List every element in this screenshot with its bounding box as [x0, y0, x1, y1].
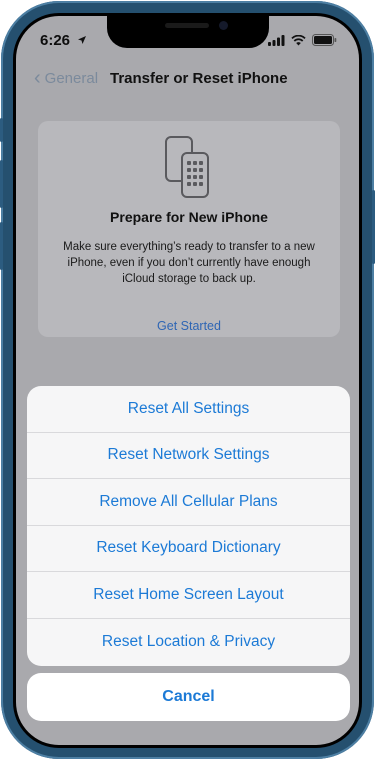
signal-bars-icon: [268, 34, 285, 46]
card-description: Make sure everything’s ready to transfer…: [63, 241, 315, 285]
volume-down-button: [0, 222, 3, 270]
back-button[interactable]: ‹ General: [34, 68, 98, 88]
card-title: Prepare for New iPhone: [110, 209, 268, 225]
reset-location-privacy-button[interactable]: Reset Location & Privacy: [27, 619, 350, 666]
front-camera: [218, 21, 228, 30]
page-title: Transfer or Reset iPhone: [110, 70, 288, 87]
phone-screen: 6:26 ‹ General Transfer or Reset iPhone …: [13, 13, 362, 748]
chevron-left-icon: ‹: [34, 67, 41, 89]
status-time: 6:26: [40, 32, 71, 49]
status-icons: [268, 34, 337, 46]
wifi-icon: [291, 34, 306, 45]
speaker-grille: [164, 23, 209, 28]
reset-all-settings-button[interactable]: Reset All Settings: [27, 386, 350, 433]
mute-switch: [0, 118, 3, 142]
get-started-link[interactable]: Get Started: [38, 319, 340, 333]
location-arrow-icon: [77, 35, 87, 48]
cancel-button[interactable]: Cancel: [27, 673, 350, 721]
nav-bar: ‹ General Transfer or Reset iPhone: [16, 68, 359, 98]
back-label: General: [44, 69, 99, 87]
prepare-card: Prepare for New iPhone Make sure everyth…: [38, 121, 340, 337]
volume-up-button: [0, 160, 3, 208]
remove-cellular-plans-button[interactable]: Remove All Cellular Plans: [27, 479, 350, 526]
reset-action-sheet: Reset All Settings Reset Network Setting…: [27, 386, 350, 666]
reset-keyboard-dictionary-button[interactable]: Reset Keyboard Dictionary: [27, 526, 350, 572]
reset-home-screen-layout-button[interactable]: Reset Home Screen Layout: [27, 572, 350, 619]
settings-page: 6:26 ‹ General Transfer or Reset iPhone …: [16, 16, 359, 745]
reset-network-settings-button[interactable]: Reset Network Settings: [27, 433, 350, 479]
notch: [106, 16, 269, 48]
power-button: [372, 190, 375, 264]
battery-icon: [312, 34, 337, 46]
phone-transfer-icon: [164, 135, 214, 204]
